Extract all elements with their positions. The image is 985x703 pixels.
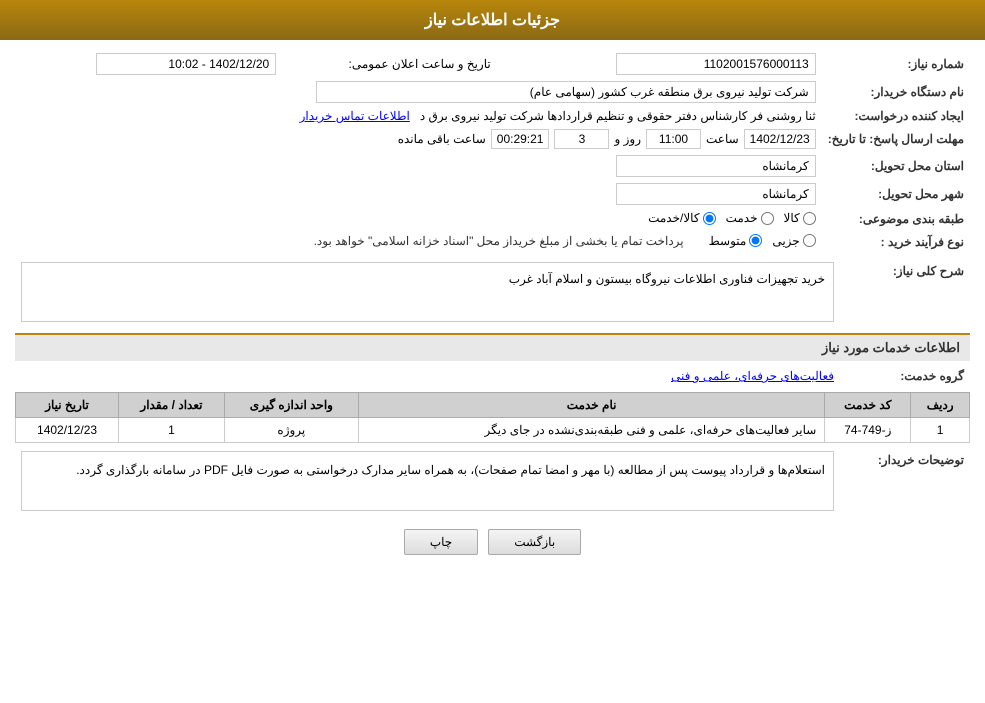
radio-kala-input[interactable] (803, 212, 816, 225)
page-title: جزئیات اطلاعات نیاز (425, 12, 560, 29)
noe-note: پرداخت تمام یا بخشی از مبلغ خریداز محل "… (314, 234, 684, 248)
col-radif: ردیف (911, 393, 970, 418)
cell-tedad: 1 (119, 418, 225, 443)
tabaqe-label: طبقه بندی موضوعی: (822, 208, 970, 231)
page-header: جزئیات اطلاعات نیاز (0, 0, 985, 40)
mohlat-label-text: مهلت ارسال پاسخ: تا تاریخ: (828, 132, 964, 146)
tarikh-label: تاریخ و ساعت اعلان عمومی: (349, 57, 491, 71)
table-wrapper: ردیف کد خدمت نام خدمت واحد اندازه گیری ت… (15, 392, 970, 443)
radio-khadamat-input[interactable] (761, 212, 774, 225)
mohlat-date: 1402/12/23 (744, 129, 816, 149)
radio-kala-khadamat-label: کالا/خدمت (648, 211, 699, 225)
table-row: 1 ز-749-74 سایر فعالیت‌های حرفه‌ای، علمی… (16, 418, 970, 443)
tawzih-value: استعلام‌ها و قرارداد پیوست پس از مطالعه … (21, 451, 834, 511)
mohlat-rooz: 3 (554, 129, 609, 149)
mohlat-row: 1402/12/23 ساعت 11:00 روز و 3 00:29:21 س… (21, 129, 816, 149)
radio-jazii-input[interactable] (803, 234, 816, 247)
button-row: بازگشت چاپ (15, 529, 970, 555)
page-wrapper: جزئیات اطلاعات نیاز شماره نیاز: 11020015… (0, 0, 985, 703)
geroh-label: گروه خدمت: (840, 366, 970, 386)
mohlat-label: مهلت ارسال پاسخ: تا تاریخ: (822, 126, 970, 152)
namDastgah-value: شرکت تولید نیروی برق منطقه غرب کشور (سها… (316, 81, 816, 103)
ostan-value: کرمانشاه (616, 155, 816, 177)
shomareNiaz-label: شماره نیاز: (822, 50, 970, 78)
noeFarayand-label: نوع فرآیند خرید : (822, 231, 970, 254)
cell-nam: سایر فعالیت‌های حرفه‌ای، علمی و فنی طبقه… (358, 418, 824, 443)
radio-kala: کالا (784, 211, 816, 225)
mohlat-saat: 11:00 (646, 129, 701, 149)
col-vahed: واحد اندازه گیری (224, 393, 358, 418)
saat-label: ساعت (706, 132, 739, 146)
tawzih-section: توضیحات خریدار: استعلام‌ها و قرارداد پیو… (15, 448, 970, 514)
radio-motavaset: متوسط (709, 234, 763, 248)
radio-motavaset-input[interactable] (749, 234, 762, 247)
cell-kod: ز-749-74 (825, 418, 911, 443)
ijadKonande-label: ایجاد کننده درخواست: (822, 106, 970, 126)
rooz-label: روز و (614, 132, 641, 146)
sharh-label: شرح کلی نیاز: (840, 259, 970, 325)
cell-radif: 1 (911, 418, 970, 443)
baqi-label: ساعت باقی مانده (398, 132, 486, 146)
cell-tarikh: 1402/12/23 (16, 418, 119, 443)
shahr-value: کرمانشاه (616, 183, 816, 205)
col-kod: کد خدمت (825, 393, 911, 418)
namDastgah-label: نام دستگاه خریدار: (822, 78, 970, 106)
shahr-label: شهر محل تحویل: (822, 180, 970, 208)
sharh-value: خرید تجهیزات فناوری اطلاعات نیروگاه بیست… (21, 262, 834, 322)
col-tedad: تعداد / مقدار (119, 393, 225, 418)
print-button[interactable]: چاپ (404, 529, 478, 555)
col-tarikh: تاریخ نیاز (16, 393, 119, 418)
tawzih-text: استعلام‌ها و قرارداد پیوست پس از مطالعه … (76, 463, 825, 477)
main-content: شماره نیاز: 1102001576000113 تاریخ و ساع… (0, 40, 985, 575)
radio-jazii-label: جزیی (772, 234, 799, 248)
radio-khadamat-label: خدمت (726, 211, 758, 225)
radio-motavaset-label: متوسط (709, 234, 747, 248)
shomareNiaz-value: 1102001576000113 (616, 53, 816, 75)
tawzih-label: توضیحات خریدار: (840, 448, 970, 514)
radio-kala-khadamat: کالا/خدمت (648, 211, 715, 225)
contact-info-link[interactable]: اطلاعات تماس خریدار (300, 109, 410, 123)
tarikh-value: 1402/12/20 - 10:02 (96, 53, 276, 75)
radio-kala-khadamat-input[interactable] (703, 212, 716, 225)
tabaqe-radio-group: کالا خدمت کالا/خدمت (648, 211, 816, 225)
geroh-section: گروه خدمت: فعالیت‌های حرفه‌ای، علمی و فن… (15, 366, 970, 386)
info-section: شماره نیاز: 1102001576000113 تاریخ و ساع… (15, 50, 970, 253)
khadamat-section-title: اطلاعات خدمات مورد نیاز (15, 333, 970, 361)
noe-radio-group: جزیی متوسط پرداخت تمام یا بخشی از مبلغ خ… (314, 234, 816, 248)
back-button[interactable]: بازگشت (488, 529, 581, 555)
ostan-label: استان محل تحویل: (822, 152, 970, 180)
col-nam: نام خدمت (358, 393, 824, 418)
ijadKonande-value: ثنا روشنی فر کارشناس دفتر حقوقی و تنظیم … (420, 109, 816, 123)
sharh-wrapper: خرید تجهیزات فناوری اطلاعات نیروگاه بیست… (21, 262, 834, 322)
radio-jazii: جزیی (772, 234, 815, 248)
radio-kala-label: کالا (784, 211, 800, 225)
services-table: ردیف کد خدمت نام خدمت واحد اندازه گیری ت… (15, 392, 970, 443)
cell-vahed: پروژه (224, 418, 358, 443)
mohlat-baqi: 00:29:21 (491, 129, 550, 149)
sharh-section: شرح کلی نیاز: خرید تجهیزات فناوری اطلاعا… (15, 259, 970, 325)
radio-khadamat: خدمت (726, 211, 774, 225)
geroh-value[interactable]: فعالیت‌های حرفه‌ای، علمی و فنی (671, 369, 834, 383)
